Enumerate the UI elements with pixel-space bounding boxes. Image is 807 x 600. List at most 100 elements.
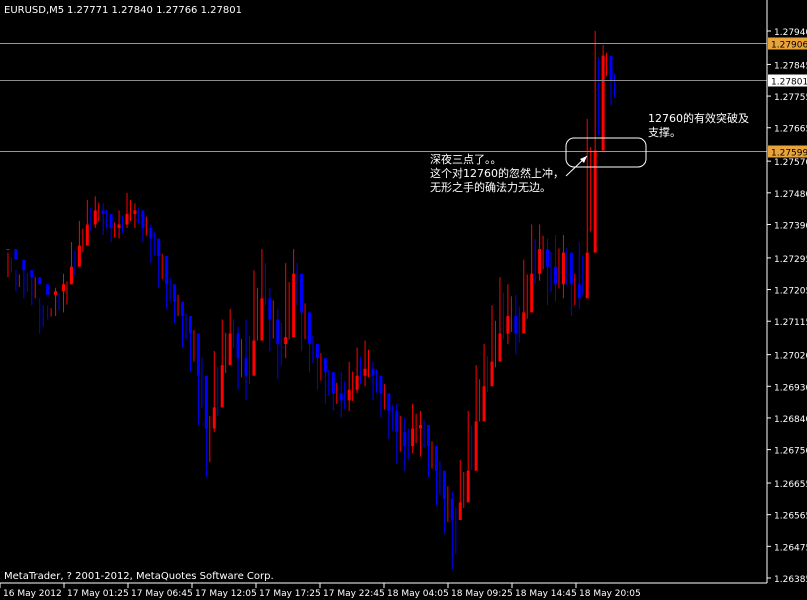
candle-body: [165, 256, 169, 285]
price-tick-label: 1.27480: [774, 190, 807, 200]
candle-body: [236, 333, 240, 359]
candle-body: [490, 361, 494, 387]
annotation-right-line-1: 12760的有效突破及: [648, 111, 749, 125]
candle-body: [308, 312, 311, 345]
price-tick-label: 1.26565: [774, 512, 807, 522]
candle-body: [458, 502, 462, 520]
time-tick-label: 17 May 22:45: [323, 589, 385, 599]
price-tick-label: 1.26930: [774, 383, 807, 393]
candle-body: [6, 249, 10, 251]
candle-body: [228, 333, 232, 366]
candle-body: [93, 210, 97, 225]
candle-body: [244, 358, 248, 376]
candle-body: [466, 470, 470, 503]
price-tick-label: 1.27115: [774, 318, 807, 328]
candle-body: [300, 273, 304, 313]
candle-body: [173, 284, 177, 302]
price-tick-label: 1.26840: [774, 415, 807, 425]
candle-body: [77, 245, 81, 267]
candle-body: [419, 424, 423, 429]
candle-body: [585, 252, 589, 299]
candle-body: [315, 344, 319, 359]
candle-body: [323, 358, 327, 373]
candle-body: [434, 446, 438, 471]
candle-body: [196, 333, 200, 376]
candle-body: [46, 284, 50, 295]
time-tick-label: 18 May 09:25: [451, 589, 513, 599]
candle-body: [54, 291, 58, 295]
candle-body: [14, 249, 18, 260]
candle-body: [387, 393, 391, 411]
candle-body: [498, 333, 502, 362]
candle-body: [260, 298, 264, 341]
price-tick-label: 1.27665: [774, 125, 807, 135]
candle-body: [442, 470, 446, 499]
candle-body: [395, 410, 399, 433]
time-tick-label: 18 May 14:45: [515, 589, 577, 599]
time-tick-label: 17 May 01:25: [67, 589, 129, 599]
candle-body: [276, 319, 280, 345]
price-badge-label: 1.27599: [771, 149, 807, 159]
candle-body: [553, 266, 557, 285]
price-badge-label: 1.27906: [771, 41, 807, 51]
candle-body: [252, 340, 256, 376]
price-tick-label: 1.27390: [774, 221, 807, 231]
chart-ohlc-label: 1.27771 1.27840 1.27766 1.27801: [67, 5, 242, 16]
candle-body: [593, 150, 597, 253]
candle-body: [506, 315, 510, 334]
candle-body: [546, 249, 550, 267]
time-tick-label: 17 May 06:45: [131, 589, 193, 599]
price-tick-label: 1.26385: [774, 575, 807, 585]
candle-body: [482, 386, 486, 422]
candle-body: [292, 273, 296, 338]
candle-body: [284, 337, 288, 345]
copyright-label: MetaTrader, ? 2001-2012, MetaQuotes Soft…: [4, 571, 274, 582]
chart-window[interactable]: EURUSD,M5 1.27771 1.27840 1.27766 1.2780…: [0, 0, 807, 600]
price-tick-label: 1.27205: [774, 287, 807, 297]
time-tick-label: 17 May 17:25: [259, 589, 321, 599]
price-badge-label: 1.27801: [771, 78, 807, 88]
candle-body: [109, 213, 113, 228]
candle-body: [538, 249, 542, 274]
chart-symbol-label: EURUSD,M5: [4, 5, 64, 16]
time-tick-label: 16 May 2012: [3, 589, 62, 599]
price-tick-label: 1.26475: [774, 543, 807, 553]
time-tick-label: 18 May 20:05: [579, 589, 641, 599]
candle-body: [62, 284, 66, 292]
candle-body: [141, 210, 145, 228]
annotation-left-line-2: 这个对12760的忽然上冲，: [430, 166, 564, 180]
candle-body: [22, 259, 26, 271]
candle-body: [157, 238, 161, 257]
candle-body: [530, 273, 534, 313]
price-tick-label: 1.27570: [774, 158, 807, 168]
candle-body: [212, 407, 216, 429]
candle-body: [577, 284, 581, 299]
candle-body: [379, 375, 383, 394]
price-tick-label: 1.26750: [774, 447, 807, 457]
time-tick-label: 17 May 12:05: [195, 589, 257, 599]
price-tick-label: 1.26655: [774, 480, 807, 490]
candle-body: [514, 315, 518, 334]
candle-body: [609, 55, 613, 81]
price-tick-label: 1.27755: [774, 93, 807, 103]
candle-body: [101, 210, 105, 214]
candle-body: [204, 375, 208, 429]
candle-body: [474, 421, 478, 471]
price-chart[interactable]: EURUSD,M5 1.27771 1.27840 1.27766 1.2780…: [0, 0, 807, 600]
annotation-left-line-1: 深夜三点了。。: [430, 152, 502, 166]
candle-body: [331, 372, 335, 394]
candle-body: [347, 389, 351, 401]
candle-body: [69, 266, 73, 285]
candle-body: [363, 368, 367, 376]
annotation-left-line-3: 无形之手的确法力无边。: [430, 180, 551, 194]
candle-body: [403, 432, 407, 447]
annotation-right-line-2: 支撑。: [648, 125, 681, 139]
candle-body: [355, 375, 359, 390]
candle-body: [85, 224, 89, 246]
candle-body: [561, 252, 565, 285]
price-tick-label: 1.27020: [774, 352, 807, 362]
candle-body: [117, 224, 121, 228]
candle-body: [427, 424, 431, 447]
candle-body: [38, 277, 42, 285]
candle-body: [450, 498, 454, 520]
